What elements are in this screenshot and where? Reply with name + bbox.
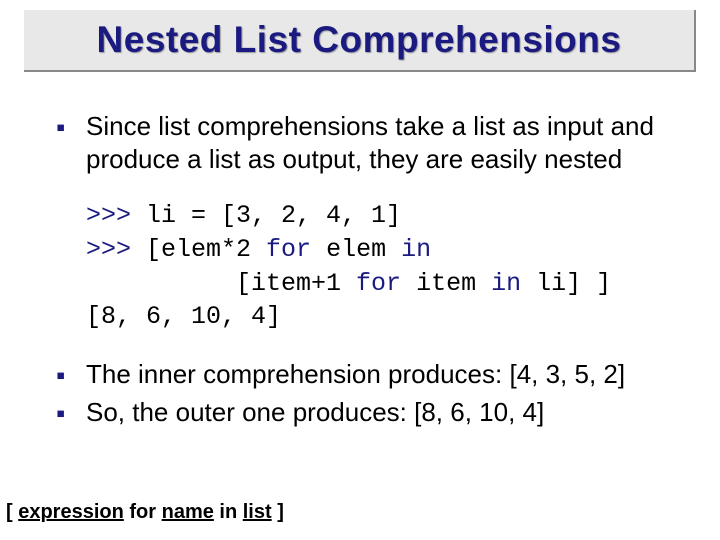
code-text: elem [311,235,401,264]
output-text: [8, 6, 10, 4] [86,302,281,331]
lower-bullets: ▪ The inner comprehension produces: [4, … [56,358,684,429]
title-box: Nested List Comprehensions [24,10,696,72]
bracket-open: [ [6,501,18,523]
content-area: ▪ Since list comprehensions take a list … [56,110,684,433]
bullet-icon: ▪ [56,358,86,392]
code-text: item [401,269,491,298]
syntax-list: list [243,501,272,523]
slide: Nested List Comprehensions ▪ Since list … [0,0,720,540]
code-text: [elem*2 [146,235,266,264]
slide-title: Nested List Comprehensions [97,19,622,61]
syntax-expression: expression [18,501,124,523]
bullet-icon: ▪ [56,396,86,430]
syntax-for: for [124,501,162,523]
prompt-text: >>> [86,201,146,230]
bullet-item: ▪ The inner comprehension produces: [4, … [56,358,684,392]
bullet-text: Since list comprehensions take a list as… [86,110,684,175]
bullet-item: ▪ Since list comprehensions take a list … [56,110,684,175]
keyword-in: in [401,235,431,264]
keyword-for: for [356,269,401,298]
code-text: li] ] [521,269,611,298]
bullet-icon: ▪ [56,110,86,144]
keyword-in: in [491,269,521,298]
prompt-text: >>> [86,235,146,264]
bracket-close: ] [272,501,284,523]
keyword-for: for [266,235,311,264]
bullet-text: So, the outer one produces: [8, 6, 10, 4… [86,396,684,429]
syntax-name: name [162,501,214,523]
footer-syntax: [ expression for name in list ] [6,501,284,524]
bullet-item: ▪ So, the outer one produces: [8, 6, 10,… [56,396,684,430]
code-text: [item+1 [86,269,356,298]
code-text: li = [3, 2, 4, 1] [146,201,401,230]
syntax-in: in [214,501,243,523]
code-block: >>> li = [3, 2, 4, 1] >>> [elem*2 for el… [86,199,684,334]
bullet-text: The inner comprehension produces: [4, 3,… [86,358,684,391]
